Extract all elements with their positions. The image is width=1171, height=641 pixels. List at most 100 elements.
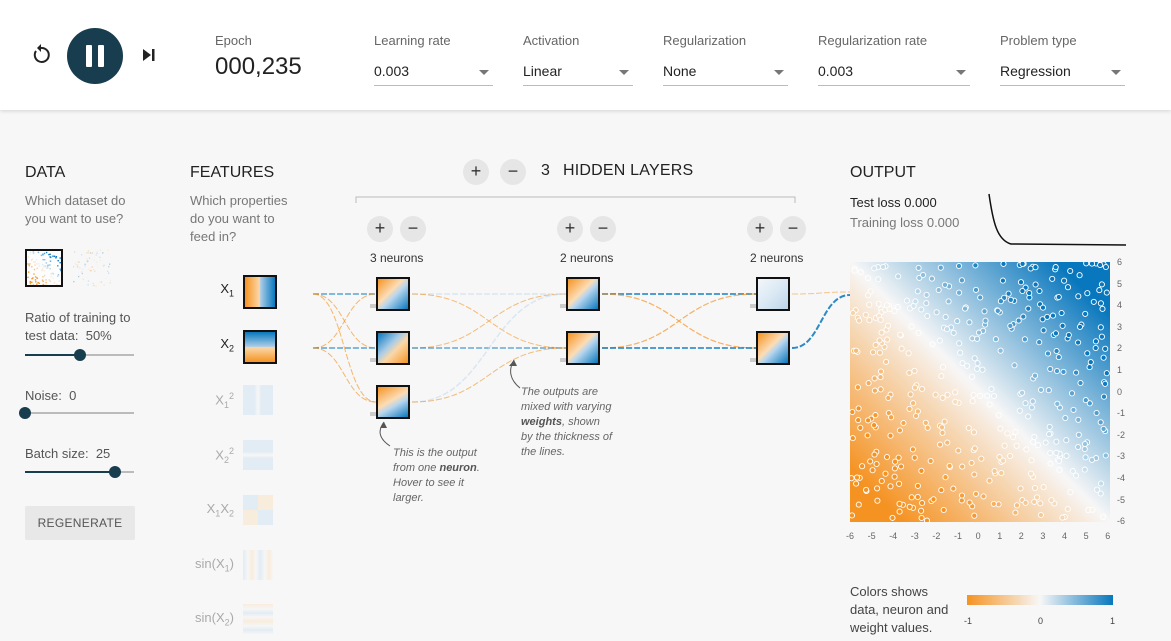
feature-label: sin(X1) [195,556,234,574]
ratio-value: 50% [85,328,112,343]
pause-button[interactable] [67,28,123,84]
feature-node[interactable] [243,495,273,525]
y-axis-tick: 1 [1117,365,1123,375]
features-heading: FEATURES [190,164,275,181]
feature-label: sin(X2) [195,610,234,628]
regularization-value: None [663,63,697,79]
weights-annotation: The outputs are mixed with varying weigh… [521,386,613,458]
y-axis-tick: 5 [1117,278,1123,289]
activation-label: Activation [523,33,580,48]
ratio-slider[interactable] [25,349,134,361]
add-layer-button[interactable]: + [463,159,489,185]
noise-slider-handle[interactable] [19,407,31,419]
feature-node[interactable] [243,330,277,364]
neuron-bias [370,358,376,362]
neuron[interactable] [376,385,410,419]
activation-select[interactable]: Linear [523,58,633,86]
epoch-label: Epoch [215,33,252,48]
hidden-layers-label: HIDDEN LAYERS [563,162,694,179]
x-axis-tick: 0 [975,531,981,541]
feature-label: X2 [220,336,234,354]
feature-node[interactable] [243,440,273,470]
y-axis-tick: -5 [1117,494,1126,505]
features-question: Which properties do you want to feed in? [190,193,288,244]
batch-size-slider-handle[interactable] [109,466,122,478]
feature-label: X22 [215,446,234,465]
feature-label: X1 [220,281,234,299]
x-axis-tick: 6 [1105,531,1111,541]
regularization-rate-select[interactable]: 0.003 [818,58,970,86]
feature-label: X12 [215,391,234,410]
y-axis-tick: 0 [1117,386,1123,397]
neuron[interactable] [376,277,410,311]
learning-rate-select[interactable]: 0.003 [374,58,493,86]
chevron-down-icon [774,70,784,75]
x-axis-tick: -2 [932,531,941,541]
y-axis-tick: 2 [1117,343,1123,354]
batch-size-value: 25 [95,446,111,461]
neuron[interactable] [566,277,600,311]
remove-neuron-button[interactable]: − [590,216,616,242]
y-axis-tick: -3 [1117,451,1126,462]
hidden-layer-count: 3 [541,162,550,179]
x-axis-tick: 3 [1040,531,1046,541]
batch-size-slider[interactable] [25,466,134,478]
legend-tick-max: 1 [1110,616,1116,626]
x-axis-tick: 2 [1018,531,1024,541]
data-question: Which dataset do you want to use? [25,193,126,226]
dataset-thumbnail[interactable] [73,249,112,287]
remove-neuron-button[interactable]: − [400,216,426,242]
regularization-rate-label: Regularization rate [818,33,928,48]
output-data-points [850,262,1110,522]
neuron[interactable] [756,331,790,365]
noise-label: Noise: 0 [25,388,77,403]
reset-icon[interactable] [28,42,54,68]
regenerate-button[interactable]: REGENERATE [25,506,135,540]
problem-type-select[interactable]: Regression [1000,58,1125,86]
color-legend-text: Colors shows data, neuron and weight val… [850,584,949,635]
remove-layer-button[interactable]: − [500,159,526,185]
epoch-value: 000,235 [215,53,302,80]
activation-value: Linear [523,63,562,79]
neuron[interactable] [376,331,410,365]
y-axis-tick: 4 [1117,300,1123,311]
test-loss: Test loss 0.000 [850,195,937,210]
remove-neuron-button[interactable]: − [780,216,806,242]
neuron-count-label: 3 neurons [370,251,424,265]
feature-node[interactable] [243,604,273,634]
neuron-bias [560,304,566,308]
add-neuron-button[interactable]: + [557,216,583,242]
regularization-select[interactable]: None [663,58,788,86]
y-axis-tick: -4 [1117,473,1126,483]
noise-slider[interactable] [19,407,134,419]
problem-type-value: Regression [1000,63,1071,79]
batch-size-label: Batch size: 25 [25,446,111,461]
feature-node[interactable] [243,550,273,580]
feature-node[interactable] [243,385,273,415]
x-axis-tick: 5 [1083,531,1089,541]
add-neuron-button[interactable]: + [747,216,773,242]
dataset-thumbnail-selected[interactable] [25,249,63,287]
x-axis-tick: 4 [1062,531,1068,541]
pause-icon [86,45,92,67]
y-axis-tick: -6 [1117,516,1126,527]
loss-curve [988,193,1127,246]
x-axis-tick: -5 [867,531,876,541]
neuron-annotation: This is the output from one neuron. Hove… [393,447,480,504]
feature-node[interactable] [243,275,277,309]
x-axis-tick: 1 [997,531,1003,541]
x-axis-tick: -4 [889,531,898,541]
neuron[interactable] [566,331,600,365]
legend-tick-min: -1 [964,616,973,626]
training-loss-value: 0.000 [926,215,960,230]
y-axis-tick: 6 [1117,257,1123,267]
neuron-bias [750,304,756,308]
ratio-slider-handle[interactable] [73,349,86,361]
x-axis-tick: -6 [846,531,855,541]
neuron[interactable] [756,277,790,311]
chevron-down-icon [479,70,489,75]
add-neuron-button[interactable]: + [367,216,393,242]
problem-type-label: Problem type [1000,33,1077,48]
learning-rate-label: Learning rate [374,33,451,48]
step-forward-icon[interactable] [138,44,160,66]
